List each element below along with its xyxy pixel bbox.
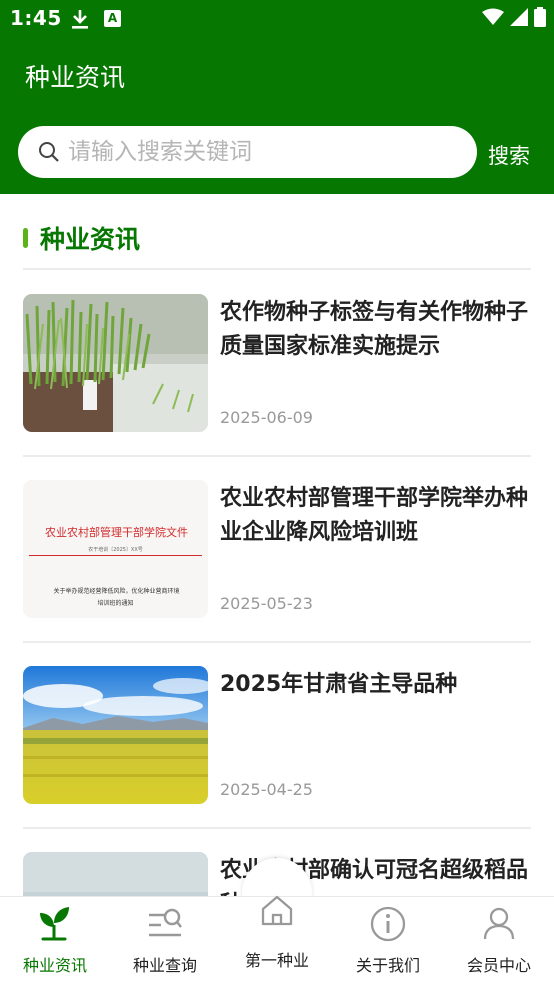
nav-label: 种业查询 bbox=[132, 956, 197, 975]
search-button[interactable]: 搜索 bbox=[488, 140, 530, 170]
nav-item-member[interactable]: 会员中心 bbox=[444, 897, 554, 984]
doc-heading: 农业农村部管理干部学院文件 bbox=[45, 526, 188, 539]
news-title[interactable]: 农作物种子标签与有关作物种子质量国家标准实施提示 bbox=[220, 296, 530, 364]
battery-icon bbox=[534, 7, 546, 27]
divider bbox=[23, 641, 531, 643]
download-icon bbox=[70, 8, 90, 34]
signal-icon bbox=[510, 8, 528, 26]
bottom-nav: 种业资讯 种业查询 第一种业 关于我们 会员中心 bbox=[0, 895, 554, 984]
section-header: 种业资讯 bbox=[23, 220, 140, 256]
divider bbox=[23, 455, 531, 457]
news-item[interactable]: 农作物种子标签与有关作物种子质量国家标准实施提示 2025-06-09 bbox=[23, 294, 531, 434]
news-date: 2025-05-23 bbox=[220, 594, 313, 613]
screen: 1:45 A 种业资讯 搜索 种业资讯 bbox=[0, 0, 554, 984]
list-search-icon bbox=[147, 905, 183, 943]
nav-item-about[interactable]: 关于我们 bbox=[333, 897, 443, 984]
status-bar: 1:45 A bbox=[0, 0, 554, 38]
nav-label: 种业资讯 bbox=[22, 956, 87, 975]
divider bbox=[23, 268, 531, 270]
news-date: 2025-04-25 bbox=[220, 780, 313, 799]
doc-subject: 关于举办规范经营降低风险，优化种业营商环境 bbox=[53, 588, 180, 595]
news-item[interactable]: 农业农村部管理干部学院文件 农干培训〔2025〕XX号 关于举办规范经营降低风险… bbox=[23, 480, 531, 620]
section-accent-bar bbox=[23, 228, 28, 248]
nav-label: 关于我们 bbox=[355, 956, 420, 975]
section-title: 种业资讯 bbox=[40, 225, 141, 254]
nav-label: 会员中心 bbox=[466, 956, 531, 975]
news-thumbnail-document: 农业农村部管理干部学院文件 农干培训〔2025〕XX号 关于举办规范经营降低风险… bbox=[23, 480, 208, 618]
search-bar[interactable] bbox=[18, 126, 477, 178]
info-icon bbox=[370, 905, 406, 943]
divider bbox=[23, 827, 531, 829]
search-input[interactable] bbox=[68, 132, 458, 172]
nav-item-news[interactable]: 种业资讯 bbox=[0, 897, 110, 984]
header-area: 1:45 A 种业资讯 搜索 bbox=[0, 0, 554, 194]
status-icons bbox=[482, 7, 546, 27]
search-icon bbox=[38, 141, 60, 167]
nav-label: 第一种业 bbox=[244, 951, 309, 970]
user-icon bbox=[481, 905, 517, 943]
nav-item-query[interactable]: 种业查询 bbox=[110, 897, 220, 984]
sprout-icon bbox=[37, 905, 73, 943]
news-title[interactable]: 2025年甘肃省主导品种 bbox=[220, 668, 530, 702]
doc-subject-2: 培训班的通知 bbox=[97, 600, 134, 607]
app-badge-icon: A bbox=[104, 10, 121, 27]
news-title[interactable]: 农业农村部管理干部学院举办种业企业降风险培训班 bbox=[220, 482, 530, 550]
news-item[interactable]: 2025年甘肃省主导品种 2025-04-25 bbox=[23, 666, 531, 806]
wifi-icon bbox=[482, 8, 504, 25]
news-thumbnail-field bbox=[23, 666, 208, 804]
nav-item-home[interactable]: 第一种业 bbox=[222, 895, 332, 984]
news-date: 2025-06-09 bbox=[220, 408, 313, 427]
doc-ref: 农干培训〔2025〕XX号 bbox=[88, 547, 143, 553]
page-title: 种业资讯 bbox=[25, 63, 126, 92]
status-time: 1:45 bbox=[10, 6, 62, 30]
home-icon bbox=[259, 891, 295, 929]
news-thumbnail-seedlings bbox=[23, 294, 208, 432]
